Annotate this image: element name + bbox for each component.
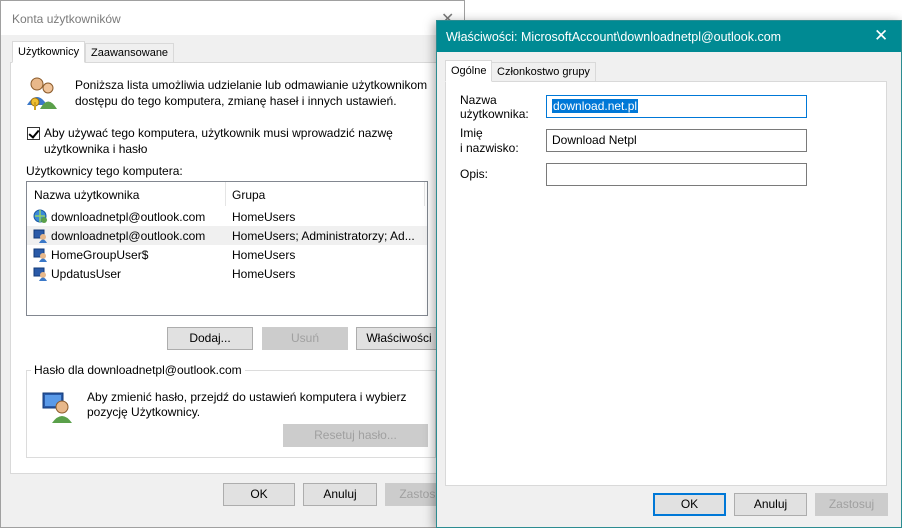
properties-button[interactable]: Właściwości [356, 327, 442, 350]
table-row[interactable]: downloadnetpl@outlook.com HomeUsers [27, 207, 427, 226]
ok-button[interactable]: OK [653, 493, 726, 516]
cancel-button[interactable]: Anuluj [734, 493, 807, 516]
table-row[interactable]: downloadnetpl@outlook.com HomeUsers; Adm… [27, 226, 427, 245]
description-label: Opis: [460, 167, 489, 181]
users-list-header: Nazwa użytkownika Grupa [27, 182, 427, 208]
user-name-cell: UpdatusUser [51, 267, 122, 281]
username-label-line2: użytkownika: [460, 107, 529, 121]
properties-title: Właściwości: MicrosoftAccount\downloadne… [446, 30, 782, 44]
tab-group-membership[interactable]: Członkostwo grupy [491, 62, 596, 82]
require-password-checkbox[interactable] [27, 127, 40, 140]
user-password-icon [42, 392, 72, 423]
reset-password-button[interactable]: Resetuj hasło... [283, 424, 428, 447]
user-group-cell: HomeUsers; Administratorzy; Ad... [232, 229, 415, 243]
user-accounts-title: Konta użytkowników [12, 12, 121, 26]
admin-user-icon [33, 229, 47, 243]
user-name-cell: downloadnetpl@outlook.com [51, 210, 206, 224]
users-list[interactable]: Nazwa użytkownika Grupa downloadnetpl@ou… [26, 181, 428, 316]
ok-button[interactable]: OK [223, 483, 295, 506]
intro-text-line1: Poniższa lista umożliwia udzielanie lub … [75, 78, 428, 92]
require-password-label-line2: użytkownika i hasło [44, 142, 148, 156]
user-name-cell: HomeGroupUser$ [51, 248, 149, 262]
tab-advanced[interactable]: Zaawansowane [85, 43, 175, 63]
remove-user-button[interactable]: Usuń [262, 327, 348, 350]
fullname-label-line2: i nazwisko: [460, 141, 519, 155]
user-group-cell: HomeUsers [232, 267, 296, 281]
user-accounts-titlebar[interactable]: Konta użytkowników ✕ [1, 1, 464, 35]
description-input[interactable] [546, 163, 807, 186]
username-label-line1: Nazwa [460, 93, 497, 107]
user-icon [33, 248, 47, 262]
password-group-label: Hasło dla downloadnetpl@outlook.com [31, 363, 245, 377]
users-list-label: Użytkownicy tego komputera: [26, 164, 183, 178]
tab-users[interactable]: Użytkownicy [12, 41, 86, 63]
password-text-line2: pozycję Użytkownicy. [87, 405, 201, 419]
user-group-cell: HomeUsers [232, 210, 296, 224]
properties-window: Właściwości: MicrosoftAccount\downloadne… [436, 20, 902, 528]
intro-text-line2: dostępu do tego komputera, zmianę haseł … [75, 94, 397, 108]
tab-general[interactable]: Ogólne [445, 60, 493, 82]
username-value: download.net.pl [552, 99, 639, 113]
fullname-input[interactable]: Download Netpl [546, 129, 807, 152]
user-accounts-window: Konta użytkowników ✕ Użytkownicy Zaawans… [0, 0, 465, 528]
user-name-cell: downloadnetpl@outlook.com [51, 229, 206, 243]
column-header-username[interactable]: Nazwa użytkownika [34, 188, 139, 202]
username-input[interactable]: download.net.pl [546, 95, 807, 118]
user-icon [33, 267, 47, 281]
column-header-group[interactable]: Grupa [232, 188, 265, 202]
fullname-label-line1: Imię [460, 126, 483, 140]
users-icon [27, 77, 57, 110]
close-icon[interactable]: ✕ [874, 26, 888, 46]
general-tab-panel: Nazwa użytkownika: download.net.pl Imię … [445, 81, 887, 486]
apply-button[interactable]: Zastosuj [815, 493, 888, 516]
require-password-label-line1: Aby używać tego komputera, użytkownik mu… [44, 126, 393, 140]
user-group-cell: HomeUsers [232, 248, 296, 262]
column-divider[interactable] [424, 182, 425, 206]
table-row[interactable]: HomeGroupUser$ HomeUsers [27, 245, 427, 264]
properties-titlebar[interactable]: Właściwości: MicrosoftAccount\downloadne… [437, 21, 901, 52]
globe-user-icon [33, 209, 47, 223]
password-text-line1: Aby zmienić hasło, przejdź do ustawień k… [87, 390, 407, 404]
add-user-button[interactable]: Dodaj... [167, 327, 253, 350]
column-divider[interactable] [225, 182, 226, 206]
cancel-button[interactable]: Anuluj [303, 483, 377, 506]
table-row[interactable]: UpdatusUser HomeUsers [27, 264, 427, 283]
